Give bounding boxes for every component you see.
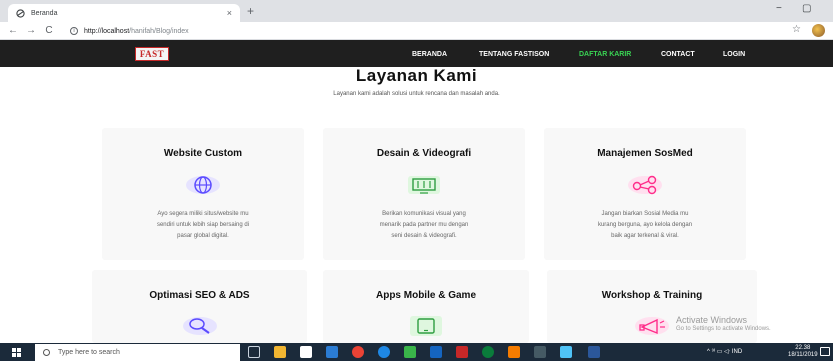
- maximize-button[interactable]: ▢: [802, 3, 811, 14]
- card-desc-line: Ayo segera miliki situs/website mu: [157, 211, 249, 217]
- app-icon[interactable]: [482, 346, 494, 358]
- megaphone-icon: [635, 317, 669, 335]
- reload-button[interactable]: C: [44, 25, 54, 36]
- card-description: Ayo segera miliki situs/website mu sendi…: [114, 209, 292, 242]
- taskbar-search-input[interactable]: Type here to search: [35, 344, 240, 361]
- card-description: Berikan komunikasi visual yang menarik p…: [335, 209, 513, 242]
- nav-daftar-karir[interactable]: DAFTAR KARIR: [579, 51, 631, 58]
- tab-close-icon[interactable]: ×: [227, 8, 232, 18]
- tablet-icon: [410, 316, 442, 336]
- design-icon: [408, 176, 440, 194]
- file-explorer-icon[interactable]: [274, 346, 286, 358]
- minimize-button[interactable]: −: [776, 3, 782, 14]
- card-title: Workshop & Training: [601, 290, 703, 301]
- card-desc-line: sendiri untuk lebih siap bersaing di: [156, 222, 250, 228]
- app-icon[interactable]: [534, 346, 546, 358]
- word-icon[interactable]: [588, 346, 600, 358]
- site-logo[interactable]: FAST: [135, 47, 169, 61]
- chrome-icon[interactable]: [352, 346, 364, 358]
- card-desc-line: Jangan biarkan Sosial Media mu: [601, 211, 689, 217]
- browser-tab[interactable]: Beranda ×: [8, 4, 240, 22]
- card-desc-line: pasar global digital.: [177, 233, 229, 239]
- edge-icon[interactable]: [378, 346, 390, 358]
- taskbar-clock[interactable]: 22.38 18/11/2019: [788, 345, 818, 359]
- system-tray[interactable]: ^ ⁹ᴵ ▭ ◁ᐧ IND: [707, 348, 742, 355]
- service-card-design[interactable]: Desain & Videografi Berikan komunikasi v…: [323, 128, 525, 260]
- clock-date: 18/11/2019: [788, 352, 818, 358]
- nav-beranda[interactable]: BERANDA: [412, 51, 447, 58]
- globe-icon: [186, 176, 220, 194]
- new-tab-button[interactable]: +: [247, 4, 254, 18]
- mail-icon[interactable]: [326, 346, 338, 358]
- back-button[interactable]: ←: [8, 25, 18, 36]
- activate-windows-watermark: Activate Windows Go to Settings to activ…: [676, 315, 771, 332]
- page-title: Layanan Kami: [355, 66, 478, 85]
- url-input[interactable]: i http://localhost/hanifah/Blog/index: [70, 24, 770, 38]
- card-title: Website Custom: [163, 148, 243, 159]
- app-icon[interactable]: [456, 346, 468, 358]
- service-card-sosmed[interactable]: Manajemen SosMed Jangan biarkan Sosial M…: [544, 128, 746, 260]
- windows-start-icon[interactable]: [12, 348, 21, 357]
- clock-time: 22.38: [795, 345, 811, 351]
- service-card-website[interactable]: Website Custom Ayo segera miliki situs/w…: [102, 128, 304, 260]
- page-subtitle: Layanan kami adalah solusi untuk rencana…: [333, 91, 500, 97]
- service-card-apps[interactable]: Apps Mobile & Game: [323, 270, 529, 343]
- share-icon: [628, 175, 662, 195]
- nav-login[interactable]: LOGIN: [723, 51, 745, 58]
- watermark-title: Activate Windows: [676, 315, 748, 325]
- favicon-icon: [16, 8, 25, 18]
- bookmark-star-icon[interactable]: ☆: [792, 24, 801, 35]
- tab-title: Beranda: [31, 9, 58, 17]
- watermark-subtitle: Go to Settings to activate Windows.: [676, 326, 771, 332]
- card-title: Desain & Videografi: [376, 148, 472, 159]
- card-desc-line: kurang berguna, ayo kelola dengan: [597, 222, 693, 228]
- card-title: Apps Mobile & Game: [375, 290, 476, 301]
- app-icon[interactable]: [404, 346, 416, 358]
- nav-tentang-fastison[interactable]: TENTANG FASTISON: [479, 51, 549, 58]
- card-desc-line: seni desain & videografi.: [391, 233, 457, 239]
- info-icon[interactable]: i: [70, 27, 78, 35]
- app-icon[interactable]: [508, 346, 520, 358]
- taskbar-search-placeholder: Type here to search: [58, 349, 120, 356]
- app-icon[interactable]: [430, 346, 442, 358]
- card-desc-line: baik agar terkenal & viral.: [611, 233, 679, 239]
- browser-tab-strip: Beranda × + − ▢: [0, 0, 833, 22]
- card-title: Manajemen SosMed: [597, 148, 693, 159]
- store-icon[interactable]: [300, 346, 312, 358]
- address-bar-row: ← → C i http://localhost/hanifah/Blog/in…: [0, 22, 833, 40]
- app-icon[interactable]: [560, 346, 572, 358]
- forward-button[interactable]: →: [26, 25, 36, 36]
- profile-avatar[interactable]: [812, 24, 825, 37]
- url-host: http://localhost: [84, 27, 130, 35]
- card-desc-line: menarik pada partner mu dengan: [379, 222, 469, 228]
- search-icon: [182, 317, 217, 335]
- notification-icon[interactable]: [820, 347, 830, 356]
- task-view-icon[interactable]: [248, 346, 260, 358]
- card-description: Jangan biarkan Sosial Media mu kurang be…: [556, 209, 734, 242]
- card-desc-line: Berikan komunikasi visual yang: [382, 211, 466, 217]
- search-icon: [43, 349, 50, 356]
- nav-contact[interactable]: CONTACT: [661, 51, 695, 58]
- service-card-seo[interactable]: Optimasi SEO & ADS: [92, 270, 307, 343]
- service-card-workshop[interactable]: Workshop & Training: [547, 270, 757, 343]
- url-path: /hanifah/Blog/index: [129, 27, 189, 35]
- card-title: Optimasi SEO & ADS: [149, 290, 250, 301]
